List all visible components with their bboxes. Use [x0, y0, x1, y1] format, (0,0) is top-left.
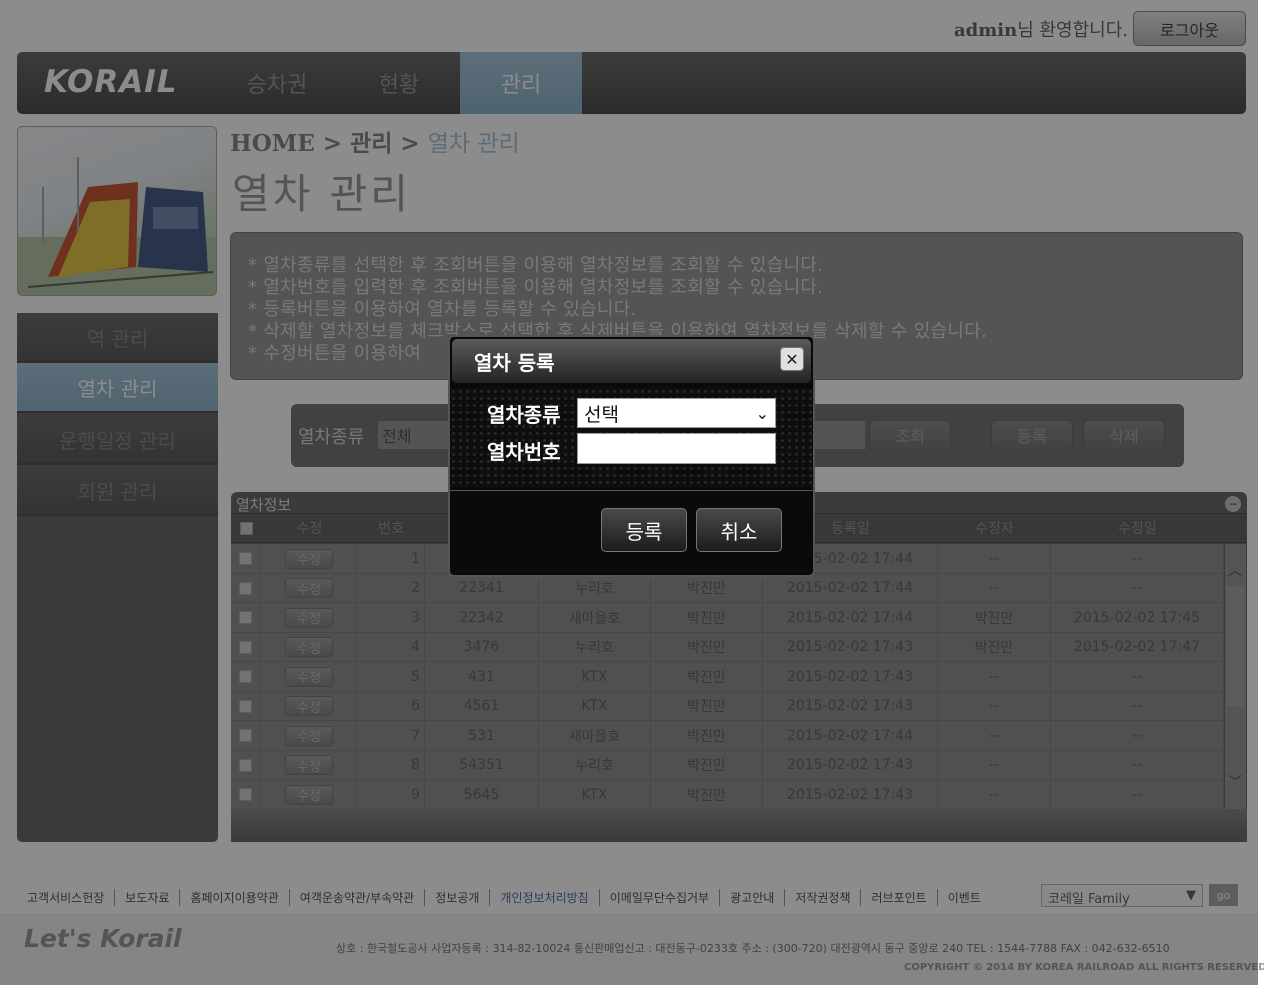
- modal-register-button[interactable]: 등록: [601, 508, 687, 552]
- modal-title: 열차 등록: [474, 351, 555, 375]
- modal-train-number-input[interactable]: [577, 433, 776, 464]
- close-icon[interactable]: ✕: [780, 347, 804, 371]
- chevron-down-icon: ⌄: [755, 403, 769, 423]
- modal-divider: [450, 490, 813, 491]
- modal-cancel-button[interactable]: 취소: [696, 508, 782, 552]
- modal-select-value: 선택: [584, 403, 619, 426]
- modal-train-type-select[interactable]: 선택 ⌄: [577, 398, 776, 428]
- modal-number-label: 열차번호: [487, 440, 561, 464]
- modal-type-label: 열차종류: [487, 403, 561, 427]
